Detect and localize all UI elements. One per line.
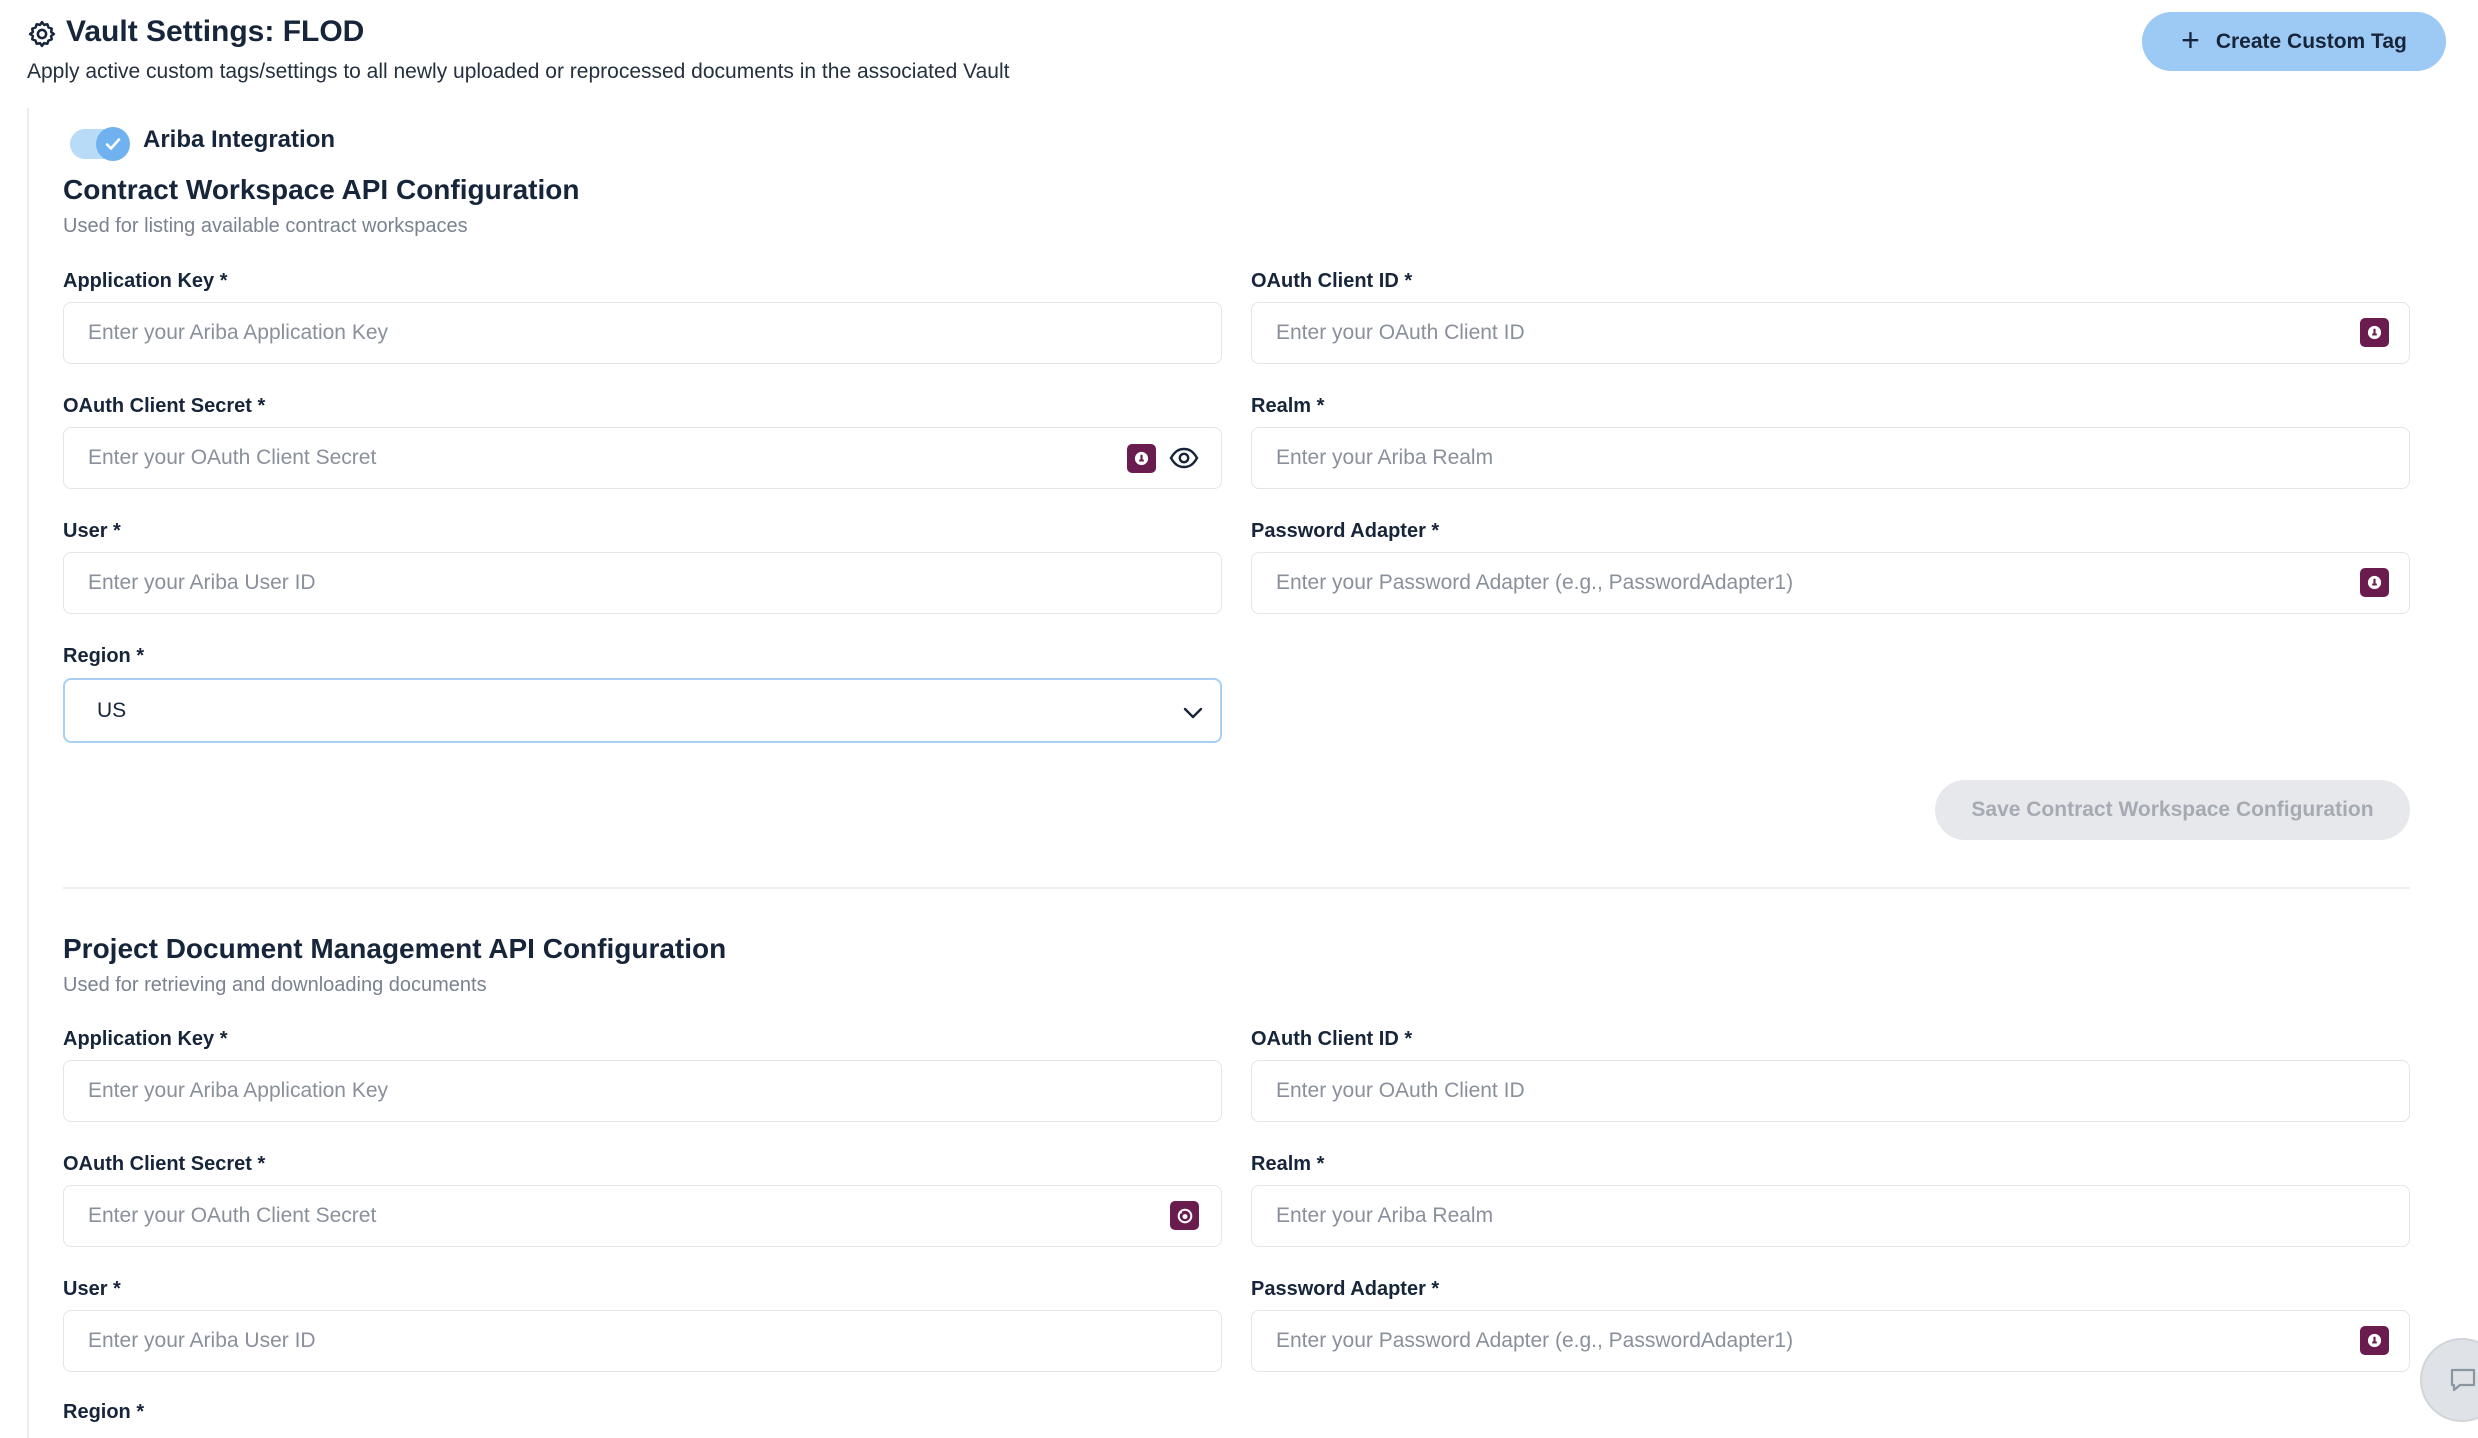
pdm-password-adapter-input[interactable]: Enter your Password Adapter (e.g., Passw… (1251, 1310, 2410, 1372)
pdm-oauth-client-id-input[interactable]: Enter your OAuth Client ID (1251, 1060, 2410, 1122)
realm-input[interactable]: Enter your Ariba Realm (1251, 427, 2410, 489)
pdm-application-key-input[interactable]: Enter your Ariba Application Key (63, 1060, 1222, 1122)
pdm-oauth-client-id-placeholder: Enter your OAuth Client ID (1276, 1079, 1525, 1102)
create-custom-tag-button[interactable]: + Create Custom Tag (2142, 12, 2446, 71)
contract-workspace-title: Contract Workspace API Configuration (63, 174, 580, 205)
application-key-label: Application Key * (63, 270, 228, 292)
oauth-client-id-input[interactable]: Enter your OAuth Client ID (1251, 302, 2410, 364)
create-custom-tag-label: Create Custom Tag (2215, 29, 2407, 53)
pdm-realm-placeholder: Enter your Ariba Realm (1276, 1204, 1494, 1227)
page-subtitle: Apply active custom tags/settings to all… (27, 60, 1010, 83)
toggle-knob (96, 127, 130, 161)
secret-manager-icon[interactable] (1170, 1201, 1199, 1230)
check-icon (105, 138, 121, 150)
project-document-title: Project Document Management API Configur… (63, 933, 727, 964)
chevron-down-icon (1183, 707, 1203, 719)
oauth-client-id-placeholder: Enter your OAuth Client ID (1276, 321, 1525, 344)
pdm-oauth-client-secret-placeholder: Enter your OAuth Client Secret (88, 1204, 377, 1227)
application-key-input[interactable]: Enter your Ariba Application Key (63, 302, 1222, 364)
oauth-client-secret-placeholder: Enter your OAuth Client Secret (88, 446, 377, 469)
pdm-realm-input[interactable]: Enter your Ariba Realm (1251, 1185, 2410, 1247)
eye-icon[interactable] (1169, 447, 1199, 469)
pdm-password-adapter-label: Password Adapter * (1251, 1278, 1440, 1300)
application-key-placeholder: Enter your Ariba Application Key (88, 321, 389, 344)
region-value: US (97, 698, 127, 722)
plus-icon: + (2181, 22, 2200, 58)
password-adapter-placeholder: Enter your Password Adapter (e.g., Passw… (1276, 571, 1794, 594)
pdm-oauth-client-secret-label: OAuth Client Secret * (63, 1153, 266, 1175)
secret-manager-icon[interactable] (2360, 318, 2389, 347)
realm-placeholder: Enter your Ariba Realm (1276, 446, 1494, 469)
password-adapter-label: Password Adapter * (1251, 520, 1440, 542)
oauth-client-secret-label: OAuth Client Secret * (63, 395, 266, 417)
project-document-subtitle: Used for retrieving and downloading docu… (63, 974, 487, 996)
password-adapter-input[interactable]: Enter your Password Adapter (e.g., Passw… (1251, 552, 2410, 614)
secret-manager-icon[interactable] (2360, 568, 2389, 597)
user-input[interactable]: Enter your Ariba User ID (63, 552, 1222, 614)
user-label: User * (63, 520, 121, 542)
page-header: Vault Settings: FLOD Apply active custom… (0, 0, 2478, 108)
user-placeholder: Enter your Ariba User ID (88, 571, 316, 594)
ariba-integration-label: Ariba Integration (143, 126, 336, 153)
pdm-user-input[interactable]: Enter your Ariba User ID (63, 1310, 1222, 1372)
region-label: Region * (63, 645, 145, 667)
pdm-oauth-client-id-label: OAuth Client ID * (1251, 1028, 1413, 1050)
ariba-integration-toggle[interactable] (70, 127, 130, 161)
pdm-user-label: User * (63, 1278, 121, 1300)
oauth-client-id-label: OAuth Client ID * (1251, 270, 1413, 292)
secret-manager-icon[interactable] (2360, 1326, 2389, 1355)
secret-manager-icon[interactable] (1127, 444, 1156, 473)
gear-icon (28, 20, 56, 48)
pdm-oauth-client-secret-input[interactable]: Enter your OAuth Client Secret (63, 1185, 1222, 1247)
pdm-realm-label: Realm * (1251, 1153, 1325, 1175)
save-contract-workspace-button[interactable]: Save Contract Workspace Configuration (1935, 780, 2410, 840)
pdm-application-key-label: Application Key * (63, 1028, 228, 1050)
chat-icon (2450, 1368, 2476, 1392)
pdm-password-adapter-placeholder: Enter your Password Adapter (e.g., Passw… (1276, 1329, 1794, 1352)
realm-label: Realm * (1251, 395, 1325, 417)
oauth-client-secret-input[interactable]: Enter your OAuth Client Secret (63, 427, 1222, 489)
page-title: Vault Settings: FLOD (66, 15, 365, 48)
region-select[interactable]: US (63, 678, 1222, 743)
contract-workspace-subtitle: Used for listing available contract work… (63, 215, 468, 237)
pdm-application-key-placeholder: Enter your Ariba Application Key (88, 1079, 389, 1102)
pdm-region-label: Region * (63, 1401, 145, 1423)
pdm-user-placeholder: Enter your Ariba User ID (88, 1329, 316, 1352)
section-divider (63, 887, 2410, 889)
